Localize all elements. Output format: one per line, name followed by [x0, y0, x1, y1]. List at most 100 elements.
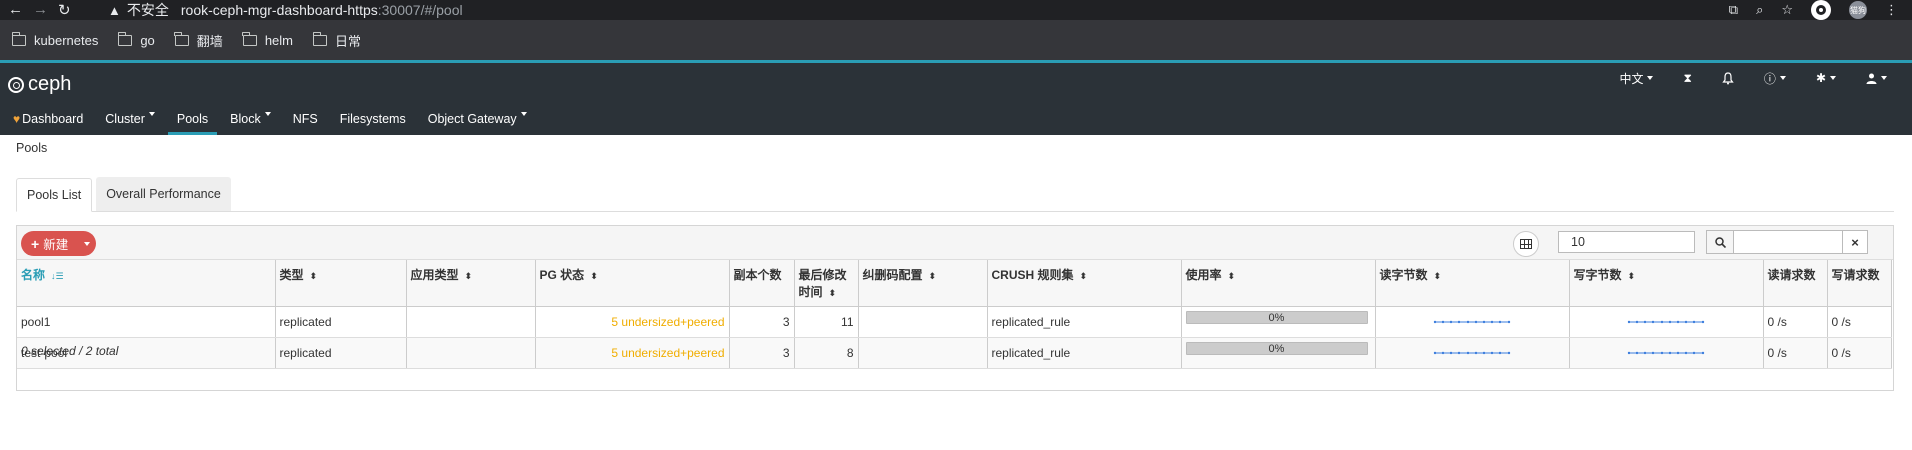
nav-dashboard[interactable]: ♥ Dashboard [2, 109, 94, 135]
nav-cluster[interactable]: Cluster [94, 109, 166, 135]
nav-block[interactable]: Block [219, 109, 282, 135]
url-path: :30007/#/pool [377, 2, 463, 18]
nav-object-gateway[interactable]: Object Gateway [417, 109, 538, 135]
cell-read-bytes [1375, 306, 1570, 338]
header-label: 副本个数 [733, 268, 782, 282]
col-header-write-bytes[interactable]: 写字节数 ⬍ [1569, 260, 1764, 307]
forward-icon[interactable]: → [33, 1, 48, 18]
nav-pools[interactable]: Pools [166, 109, 219, 135]
ceph-logo-icon [8, 76, 24, 93]
extension-icon[interactable] [1811, 0, 1831, 20]
header-label: PG 状态 [539, 268, 585, 282]
selection-summary: 0 selected / 2 total [21, 344, 119, 358]
col-header-read-ops[interactable]: 读请求数 [1763, 260, 1828, 307]
user-icon[interactable] [1851, 73, 1902, 84]
tab-overall-performance[interactable]: Overall Performance [96, 177, 231, 211]
sort-icon: ⬍ [828, 288, 837, 298]
nav-nfs[interactable]: NFS [282, 109, 329, 135]
read-bytes-sparkline [1433, 320, 1511, 323]
header-label: 写请求数 [1831, 268, 1880, 282]
hourglass-icon[interactable]: ⧗ [1668, 71, 1706, 86]
cell-read-ops: 0 /s [1763, 337, 1828, 369]
header-label: 使用率 [1185, 268, 1222, 282]
header-label: CRUSH 规则集 [991, 268, 1074, 282]
col-header-app-type[interactable]: 应用类型 ⬍ [406, 260, 536, 307]
cell-last-change: 8 [794, 337, 859, 369]
column-toggle-button[interactable] [1513, 231, 1539, 257]
bookmark-fanqiang[interactable]: 翻墙 [171, 28, 227, 52]
clear-search-icon[interactable]: × [1842, 230, 1868, 254]
table-toolbar: + 新建 10 × [17, 226, 1893, 260]
col-header-name[interactable]: 名称 ↓☰ [17, 260, 276, 307]
menu-icon[interactable]: ⋮ [1885, 2, 1898, 18]
gear-icon[interactable]: ✱ [1801, 71, 1851, 85]
header-label: 纠删码配置 [862, 268, 923, 282]
col-header-ec-profile[interactable]: 纠删码配置 ⬍ [858, 260, 988, 307]
chevron-down-icon[interactable] [80, 231, 90, 256]
sort-ascending-icon: ↓☰ [51, 271, 64, 281]
bookmark-star-icon[interactable]: ☆ [1781, 2, 1793, 18]
new-pool-button[interactable]: + 新建 [21, 231, 96, 256]
cell-pg-status: 5 undersized+peered [535, 337, 730, 369]
col-header-read-bytes[interactable]: 读字节数 ⬍ [1375, 260, 1570, 307]
cell-pg-status: 5 undersized+peered [535, 306, 730, 338]
sort-icon: ⬍ [1627, 271, 1636, 281]
header-label: 读请求数 [1767, 268, 1816, 282]
bookmark-kubernetes[interactable]: kubernetes [8, 28, 102, 52]
search-input[interactable] [1734, 230, 1842, 254]
bookmark-label: 日常 [335, 33, 362, 49]
table-row[interactable]: pool1 replicated 5 undersized+peered 3 1… [17, 306, 1892, 338]
ceph-logo[interactable]: ceph [8, 73, 71, 96]
nav-filesystems[interactable]: Filesystems [329, 109, 417, 135]
folder-icon [242, 31, 257, 46]
bookmark-go[interactable]: go [114, 28, 158, 52]
chevron-down-icon [148, 112, 155, 116]
col-header-pg-status[interactable]: PG 状态 ⬍ [535, 260, 730, 307]
col-header-crush[interactable]: CRUSH 规则集 ⬍ [987, 260, 1182, 307]
sort-icon: ⬍ [1079, 271, 1088, 281]
cell-replica: 3 [729, 306, 795, 338]
page-size-input[interactable]: 10 [1558, 231, 1695, 253]
cell-write-ops: 0 /s [1827, 306, 1892, 338]
read-bytes-sparkline [1433, 351, 1511, 354]
heartbeat-icon: ♥ [13, 112, 21, 126]
address-bar[interactable]: ▲ 不安全 rook-ceph-mgr-dashboard-https:3000… [108, 0, 463, 20]
col-header-type[interactable]: 类型 ⬍ [275, 260, 407, 307]
nav-label: Cluster [105, 112, 145, 126]
bookmark-helm[interactable]: helm [239, 28, 297, 52]
col-header-usage[interactable]: 使用率 ⬍ [1181, 260, 1376, 307]
cell-read-ops: 0 /s [1763, 306, 1828, 338]
table-header-row: 名称 ↓☰ 类型 ⬍ 应用类型 ⬍ PG 状态 ⬍ 副本个数 最后修改 时间 ⬍ 纠删码配置… [17, 260, 1892, 307]
nav-label: Pools [176, 112, 209, 126]
col-header-replica[interactable]: 副本个数 [729, 260, 795, 307]
tab-pools-list[interactable]: Pools List [16, 178, 93, 212]
cell-replica: 3 [729, 337, 795, 369]
chevron-down-icon [1647, 76, 1654, 80]
header-label-line2: 时间 ⬍ [798, 285, 837, 299]
pools-table-panel: + 新建 10 × 名称 ↓☰ 类型 ⬍ 应用类型 ⬍ PG 状态 ⬍ 副本个数 最后修… [16, 225, 1894, 391]
usage-bar: 0% [1185, 311, 1368, 324]
cell-write-bytes [1569, 306, 1764, 338]
table-columns-icon [1520, 239, 1532, 249]
plus-icon: + [31, 235, 40, 252]
zoom-icon[interactable]: ⌕ [1756, 2, 1763, 18]
bookmark-label: helm [264, 32, 293, 48]
folder-icon [312, 31, 327, 46]
bell-icon[interactable] [1707, 71, 1749, 85]
col-header-last-change[interactable]: 最后修改 时间 ⬍ [794, 260, 859, 307]
translate-icon[interactable]: ⧉ [1729, 2, 1738, 18]
nav-label: Object Gateway [427, 112, 517, 126]
cell-ec-profile [858, 306, 988, 338]
cell-usage: 0% [1181, 337, 1376, 369]
sort-icon: ⬍ [590, 271, 598, 281]
profile-avatar[interactable]: 猫狗 [1849, 1, 1867, 19]
bookmark-label: kubernetes [34, 32, 99, 48]
cell-crush: replicated_rule [987, 306, 1182, 338]
bookmark-richang[interactable]: 日常 [309, 28, 365, 52]
reload-icon[interactable]: ↻ [58, 1, 71, 19]
language-selector[interactable]: 中文 [1604, 70, 1668, 87]
col-header-write-ops[interactable]: 写请求数 [1827, 260, 1892, 307]
table-row[interactable]: test-pool replicated 5 undersized+peered… [17, 337, 1892, 369]
back-icon[interactable]: ← [8, 1, 23, 18]
help-icon[interactable]: ⓘ [1749, 70, 1801, 87]
